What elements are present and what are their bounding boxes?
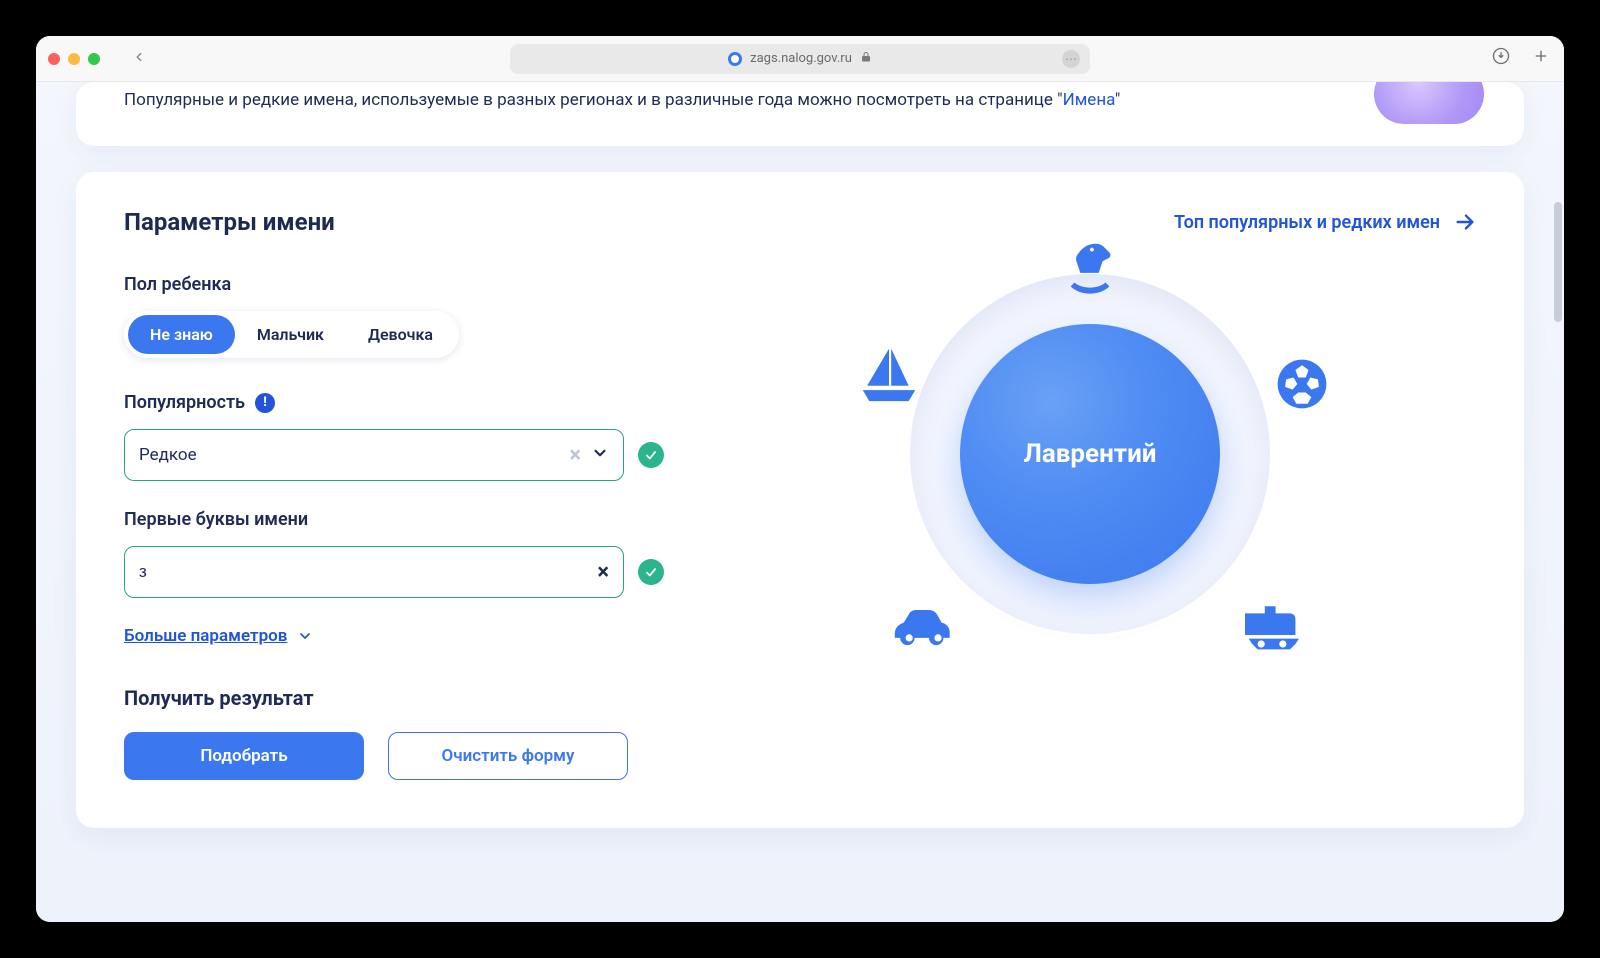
minimize-window-button[interactable] bbox=[68, 53, 80, 65]
site-settings-button[interactable]: ⋯ bbox=[1062, 50, 1080, 68]
gender-option-girl[interactable]: Девочка bbox=[346, 315, 455, 354]
banner-card: Популярные и редкие имена, используемые … bbox=[76, 82, 1524, 146]
window-controls bbox=[48, 53, 100, 65]
popularity-select[interactable]: Редкое × bbox=[124, 429, 624, 481]
downloads-button[interactable] bbox=[1492, 47, 1510, 70]
first-letters-clear-button[interactable]: × bbox=[597, 560, 609, 585]
new-tab-button[interactable] bbox=[1532, 47, 1550, 70]
banner-names-link[interactable]: Имена bbox=[1063, 90, 1115, 110]
first-letters-input[interactable] bbox=[139, 562, 587, 582]
back-button[interactable] bbox=[132, 48, 146, 69]
submit-button[interactable]: Подобрать bbox=[124, 732, 364, 780]
gender-label: Пол ребенка bbox=[124, 274, 664, 295]
name-wheel: Лаврентий bbox=[860, 254, 1320, 654]
chevron-down-icon[interactable] bbox=[591, 444, 609, 467]
rocking-horse-icon bbox=[1059, 236, 1121, 298]
gender-segmented: Не знаю Мальчик Девочка bbox=[124, 311, 459, 358]
lock-icon bbox=[860, 51, 872, 67]
chevron-down-icon bbox=[297, 628, 313, 644]
more-params-label: Больше параметров bbox=[124, 626, 287, 646]
address-url: zags.nalog.gov.ru bbox=[750, 51, 852, 66]
check-icon bbox=[638, 559, 664, 585]
form-card: Параметры имени Топ популярных и редких … bbox=[76, 172, 1524, 828]
close-window-button[interactable] bbox=[48, 53, 60, 65]
vertical-scrollbar[interactable] bbox=[1554, 202, 1562, 322]
info-icon[interactable]: ! bbox=[255, 393, 275, 413]
sailboat-icon bbox=[854, 342, 924, 412]
zoom-window-button[interactable] bbox=[88, 53, 100, 65]
address-bar[interactable]: zags.nalog.gov.ru ⋯ bbox=[510, 44, 1090, 74]
form-title: Параметры имени bbox=[124, 208, 335, 236]
popularity-value: Редкое bbox=[139, 445, 559, 465]
wheel-center: Лаврентий bbox=[960, 324, 1220, 584]
top-names-link-label: Топ популярных и редких имен bbox=[1174, 212, 1440, 233]
gender-option-boy[interactable]: Мальчик bbox=[235, 315, 346, 354]
first-letters-field: × bbox=[124, 546, 624, 598]
more-params-toggle[interactable]: Больше параметров bbox=[124, 626, 664, 646]
favicon-icon bbox=[728, 52, 742, 66]
browser-toolbar: zags.nalog.gov.ru ⋯ bbox=[36, 36, 1564, 82]
top-names-link[interactable]: Топ популярных и редких имен bbox=[1174, 211, 1476, 233]
suggested-name: Лаврентий bbox=[1023, 439, 1156, 469]
result-section-title: Получить результат bbox=[124, 686, 664, 710]
popularity-label: Популярность ! bbox=[124, 392, 664, 413]
first-letters-label: Первые буквы имени bbox=[124, 509, 664, 530]
arrow-right-icon bbox=[1454, 211, 1476, 233]
banner-text: Популярные и редкие имена, используемые … bbox=[124, 90, 1476, 110]
check-icon bbox=[638, 442, 664, 468]
banner-illustration bbox=[1374, 82, 1484, 124]
train-icon bbox=[1236, 596, 1308, 656]
car-icon bbox=[884, 600, 956, 656]
gender-option-unknown[interactable]: Не знаю bbox=[128, 315, 235, 354]
soccer-ball-icon bbox=[1272, 354, 1332, 414]
page-content: Популярные и редкие имена, используемые … bbox=[36, 82, 1564, 922]
clear-form-button[interactable]: Очистить форму bbox=[388, 732, 628, 780]
popularity-clear-button[interactable]: × bbox=[569, 443, 581, 468]
